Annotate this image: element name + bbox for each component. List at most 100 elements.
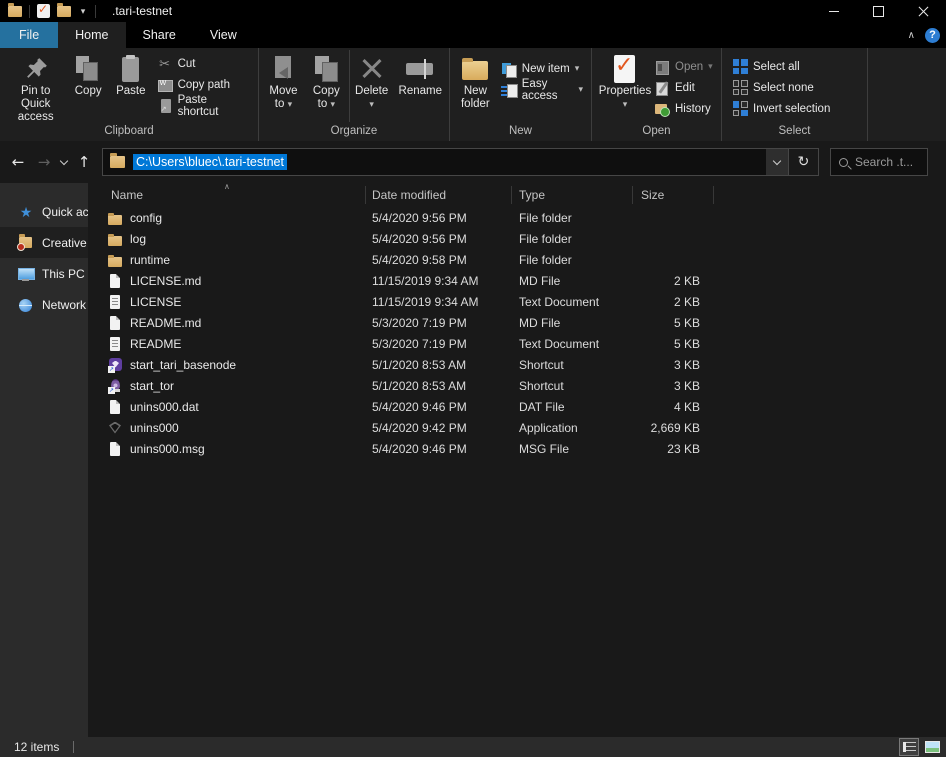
table-row[interactable]: runtime 5/4/2020 9:58 PM File folder [88,249,946,270]
new-folder-button[interactable]: New folder [454,50,497,122]
button-label: Rename [399,85,442,98]
file-type: Text Document [512,337,633,351]
address-dropdown-icon[interactable] [766,149,788,175]
column-header-type[interactable]: Type [512,186,633,204]
file-type: Text Document [512,295,633,309]
table-row[interactable]: LICENSE 11/15/2019 9:34 AM Text Document… [88,291,946,312]
sidebar-item-label: Quick ac [42,205,88,219]
recent-locations-icon[interactable] [57,149,71,175]
search-input[interactable] [855,155,925,169]
file-size: 4 KB [633,400,714,414]
rename-icon [404,54,436,84]
paste-shortcut-button[interactable]: Paste shortcut [153,95,254,116]
button-label: Copy to [313,85,340,110]
new-folder-icon [459,54,491,84]
search-box[interactable] [830,148,928,176]
sidebar-item-creative[interactable]: Creative [0,227,88,258]
table-row[interactable]: README 5/3/2020 7:19 PM Text Document 5 … [88,333,946,354]
title-bar: .tari-testnet [0,0,946,22]
column-header-date-modified[interactable]: Date modified [366,186,512,204]
sidebar-item-quick-access[interactable]: Quick ac [0,196,88,227]
file-date-modified: 5/1/2020 8:53 AM [366,358,512,372]
open-button[interactable]: Open [654,56,713,77]
properties-button[interactable]: Properties [596,50,654,122]
edit-button[interactable]: Edit [654,77,713,98]
table-row[interactable]: config 5/4/2020 9:56 PM File folder [88,207,946,228]
select-none-button[interactable]: Select none [732,77,830,98]
invert-selection-icon [733,101,748,116]
properties-qat-icon[interactable] [37,4,50,18]
sidebar-item-label: Network [42,298,86,312]
file-size: 23 KB [633,442,714,456]
pin-to-quick-access-button[interactable]: Pin to Quick access [4,50,67,124]
history-button[interactable]: History [654,98,713,119]
copy-button[interactable]: Copy [67,50,109,122]
collapse-ribbon-icon[interactable] [908,30,915,41]
table-row[interactable]: unins000.msg 5/4/2020 9:46 PM MSG File 2… [88,438,946,459]
paste-button[interactable]: Paste [109,50,153,122]
sidebar-item-network[interactable]: Network [0,289,88,320]
ribbon-group-select: Select all Select none Invert selection … [722,48,868,141]
help-icon[interactable]: ? [925,28,940,43]
back-button[interactable]: ← [5,149,31,175]
ribbon-group-new: New folder New item Easy access New [450,48,592,141]
easy-access-button[interactable]: Easy access [497,79,587,100]
button-label: Edit [675,82,695,94]
cut-button[interactable]: Cut [153,53,254,74]
paste-shortcut-icon [157,98,173,114]
dropdown-icon [623,99,628,109]
file-name: unins000 [130,421,179,435]
select-all-button[interactable]: Select all [732,56,830,77]
column-headers: Name Date modified Type Size [88,183,946,207]
button-label: Cut [178,58,196,70]
maximize-button[interactable] [856,0,901,22]
details-view-icon [903,742,916,752]
table-row[interactable]: start_tor 5/1/2020 8:53 AM Shortcut 3 KB [88,375,946,396]
file-type: File folder [512,211,633,225]
window-title: .tari-testnet [112,4,172,18]
table-row[interactable]: log 5/4/2020 9:56 PM File folder [88,228,946,249]
address-path[interactable]: C:\Users\bluec\.tari-testnet [133,154,287,170]
rename-button[interactable]: Rename [396,50,445,122]
button-label: Properties [599,85,651,97]
move-to-button[interactable]: Move to [263,50,304,122]
properties-icon [609,54,641,84]
refresh-button[interactable] [789,148,819,176]
new-item-button[interactable]: New item [497,58,587,79]
file-icon [107,378,123,394]
qat-dropdown-icon[interactable] [78,6,88,17]
thumbnails-view-button[interactable] [922,738,942,756]
file-date-modified: 11/15/2019 9:34 AM [366,295,512,309]
address-row: ← → ↑ C:\Users\bluec\.tari-testnet [0,141,946,183]
table-row[interactable]: start_tari_basenode 5/1/2020 8:53 AM Sho… [88,354,946,375]
file-icon [107,336,123,352]
tab-share[interactable]: Share [126,22,193,48]
table-row[interactable]: LICENSE.md 11/15/2019 9:34 AM MD File 2 … [88,270,946,291]
button-label: Select none [753,82,814,94]
forward-button[interactable]: → [31,149,57,175]
file-icon [107,357,123,373]
table-row[interactable]: unins000 5/4/2020 9:42 PM Application 2,… [88,417,946,438]
up-button[interactable]: ↑ [71,149,97,175]
column-header-size[interactable]: Size [633,186,714,204]
table-row[interactable]: README.md 5/3/2020 7:19 PM MD File 5 KB [88,312,946,333]
tab-file[interactable]: File [0,22,58,48]
quick-access-star-icon [18,204,34,220]
tab-view[interactable]: View [193,22,254,48]
folder-qat-icon[interactable] [57,6,71,17]
ribbon-group-organize: Move to Copy to Delete Rename Organize [259,48,450,141]
table-row[interactable]: unins000.dat 5/4/2020 9:46 PM DAT File 4… [88,396,946,417]
address-folder-icon [110,156,125,168]
invert-selection-button[interactable]: Invert selection [732,98,830,119]
address-bar[interactable]: C:\Users\bluec\.tari-testnet [102,148,789,176]
search-icon [839,158,848,167]
copy-path-button[interactable]: Copy path [153,74,254,95]
delete-button[interactable]: Delete [349,50,394,122]
details-view-button[interactable] [899,738,919,756]
tab-home[interactable]: Home [58,22,125,48]
sidebar-item-this-pc[interactable]: This PC [0,258,88,289]
close-button[interactable] [901,0,946,22]
copy-path-icon [157,77,173,93]
minimize-button[interactable] [811,0,856,22]
copy-to-button[interactable]: Copy to [306,50,347,122]
